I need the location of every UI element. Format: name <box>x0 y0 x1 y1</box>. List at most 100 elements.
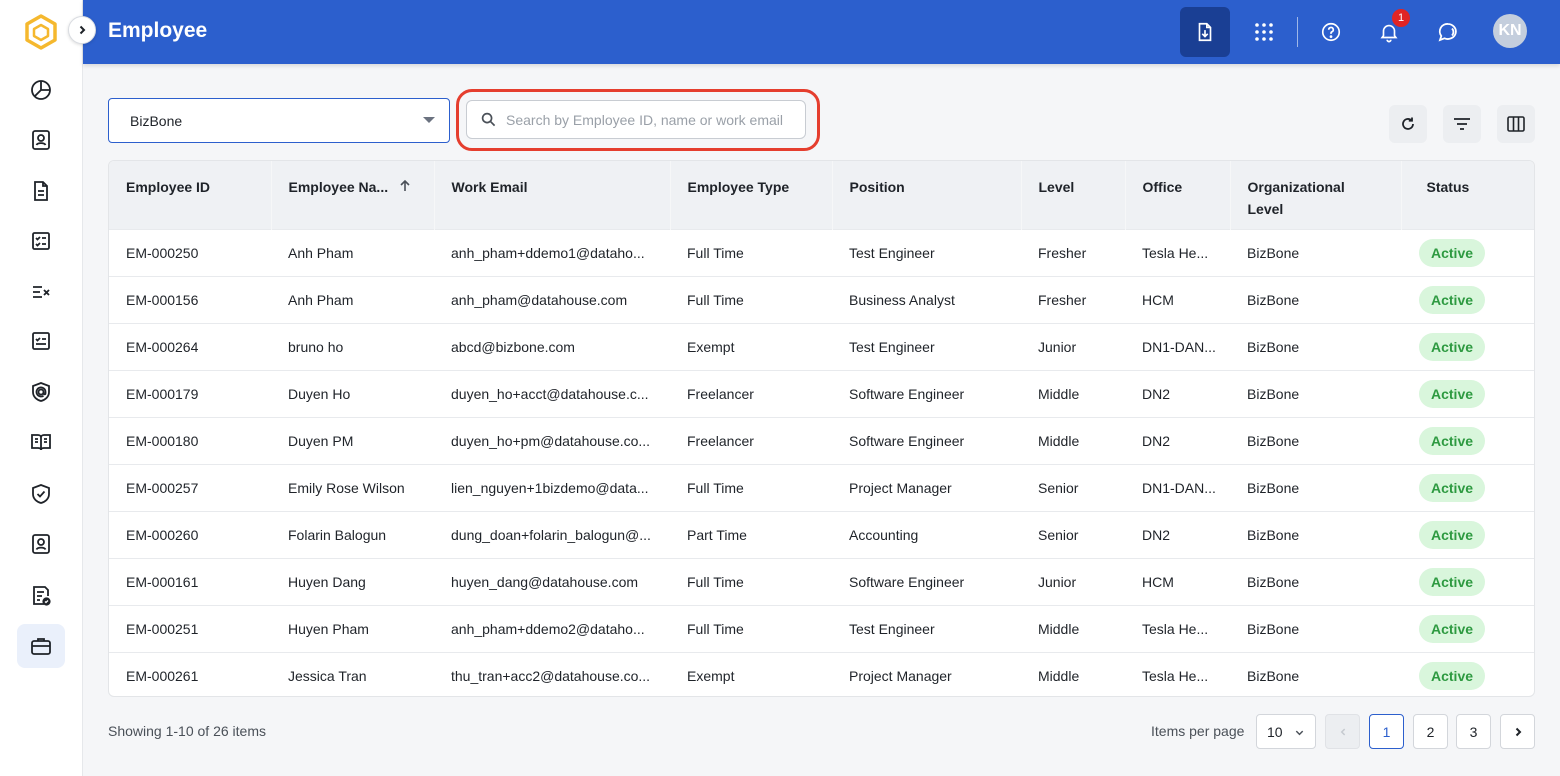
column-header-office[interactable]: Office <box>1125 161 1231 229</box>
cell-office: Tesla He... <box>1142 667 1209 684</box>
column-header-employee-name[interactable]: Employee Na... <box>271 161 435 229</box>
cell-organizational-level: BizBone <box>1247 385 1300 402</box>
next-page-button[interactable] <box>1500 714 1535 749</box>
cell-status: Active <box>1401 370 1534 417</box>
cell-employee-name: Duyen Ho <box>288 385 351 402</box>
showing-count: Showing 1-10 of 26 items <box>108 723 266 739</box>
cell-status: Active <box>1401 229 1534 276</box>
cell-work-email: anh_pham@datahouse.com <box>451 291 628 308</box>
search-input[interactable] <box>506 111 796 128</box>
status-badge: Active <box>1419 379 1486 408</box>
nav-documents[interactable] <box>17 169 65 213</box>
table-row[interactable]: EM-000180 Duyen PM duyen_ho+pm@datahouse.c… <box>109 417 1534 464</box>
page-2-button[interactable]: 2 <box>1413 714 1448 749</box>
cell-employee-type: Freelancer <box>687 385 754 402</box>
employee-table: Employee ID Employee Na... Work Email Em… <box>108 160 1535 697</box>
nav-security[interactable] <box>17 370 65 414</box>
export-button[interactable] <box>1180 7 1230 57</box>
checklist-icon <box>32 232 50 250</box>
table-row[interactable]: EM-000260 Folarin Balogun dung_doan+folari… <box>109 511 1534 558</box>
company-select[interactable]: BizBone <box>108 98 450 143</box>
nav-policies[interactable] <box>17 472 65 516</box>
table-row[interactable]: EM-000250 Anh Pham anh_pham+ddemo1@dataho.… <box>109 229 1534 276</box>
cell-status: Active <box>1401 417 1534 464</box>
column-header-level[interactable]: Level <box>1021 161 1126 229</box>
table-row[interactable]: EM-000161 Huyen Dang huyen_dang@datahouse.… <box>109 558 1534 605</box>
cell-employee-id: EM-000180 <box>126 432 199 449</box>
column-header-employee-type[interactable]: Employee Type <box>670 161 833 229</box>
column-header-status[interactable]: Status <box>1401 161 1534 229</box>
cell-office: DN2 <box>1142 432 1171 449</box>
cell-organizational-level: BizBone <box>1247 526 1300 543</box>
search-icon <box>481 112 496 127</box>
cell-organizational-level: BizBone <box>1247 573 1300 590</box>
table-row[interactable]: EM-000179 Duyen Ho duyen_ho+acct@datahouse… <box>109 370 1534 417</box>
status-badge: Active <box>1419 661 1486 690</box>
cell-organizational-level: BizBone <box>1247 244 1300 261</box>
cell-employee-name: Duyen PM <box>288 432 354 449</box>
cell-employee-name: Folarin Balogun <box>288 526 387 543</box>
page-3-button[interactable]: 3 <box>1456 714 1491 749</box>
column-header-work-email[interactable]: Work Email <box>434 161 671 229</box>
help-icon <box>1321 22 1341 42</box>
nav-profile[interactable] <box>17 522 65 566</box>
nav-handbook[interactable] <box>17 420 65 464</box>
cell-level: Fresher <box>1038 244 1087 261</box>
nav-contacts[interactable] <box>17 118 65 162</box>
cell-status: Active <box>1401 605 1534 652</box>
search-box[interactable] <box>466 100 806 139</box>
cell-employee-type: Full Time <box>687 573 744 590</box>
cell-position: Test Engineer <box>849 338 935 355</box>
apps-button[interactable] <box>1239 7 1289 57</box>
status-badge: Active <box>1419 426 1486 455</box>
table-row[interactable]: EM-000251 Huyen Pham anh_pham+ddemo2@datah… <box>109 605 1534 652</box>
contact-card-icon <box>32 130 50 150</box>
column-header-employee-id[interactable]: Employee ID <box>109 161 272 229</box>
cell-employee-type: Full Time <box>687 620 744 637</box>
sort-ascending-icon[interactable] <box>398 177 412 199</box>
columns-button[interactable] <box>1497 105 1535 143</box>
filter-button[interactable] <box>1443 105 1481 143</box>
previous-page-button[interactable] <box>1325 714 1360 749</box>
column-header-position[interactable]: Position <box>832 161 1022 229</box>
refresh-button[interactable] <box>1389 105 1427 143</box>
nav-employee[interactable] <box>17 624 65 668</box>
cell-level: Middle <box>1038 667 1080 684</box>
cell-work-email: thu_tran+acc2@datahouse.co... <box>451 667 651 684</box>
table-row[interactable]: EM-000156 Anh Pham anh_pham@datahouse.com F… <box>109 276 1534 323</box>
table-row[interactable]: EM-000264 bruno ho abcd@bizbone.com Exempt T… <box>109 323 1534 370</box>
cell-organizational-level: BizBone <box>1247 338 1300 355</box>
sidebar-toggle-button[interactable] <box>68 16 96 44</box>
cell-level: Junior <box>1038 573 1077 590</box>
nav-checklist[interactable] <box>17 219 65 263</box>
nav-tasks[interactable] <box>17 270 65 314</box>
column-header-organizational-level[interactable]: Organizational Level <box>1230 161 1402 229</box>
cell-employee-name: bruno ho <box>288 338 344 355</box>
help-button[interactable] <box>1306 7 1356 57</box>
cell-position: Project Manager <box>849 667 952 684</box>
cell-employee-id: EM-000179 <box>126 385 199 402</box>
nav-approvals[interactable] <box>17 319 65 363</box>
cell-employee-id: EM-000156 <box>126 291 199 308</box>
cell-level: Junior <box>1038 338 1077 355</box>
cell-status: Active <box>1401 558 1534 605</box>
table-row[interactable]: EM-000261 Jessica Tran thu_tran+acc2@datah… <box>109 652 1534 696</box>
cell-work-email: duyen_ho+acct@datahouse.c... <box>451 385 649 402</box>
status-badge: Active <box>1419 285 1486 314</box>
chat-button[interactable] <box>1423 7 1473 57</box>
cell-level: Middle <box>1038 620 1080 637</box>
cell-employee-id: EM-000260 <box>126 526 199 543</box>
page-1-button[interactable]: 1 <box>1369 714 1404 749</box>
briefcase-icon <box>31 638 51 655</box>
cell-organizational-level: BizBone <box>1247 432 1300 449</box>
user-avatar[interactable]: KN <box>1493 14 1527 48</box>
cell-office: DN2 <box>1142 526 1171 543</box>
status-badge: Active <box>1419 238 1486 267</box>
cell-employee-id: EM-000261 <box>126 667 199 684</box>
items-per-page-select[interactable]: 10 <box>1256 714 1316 749</box>
cell-employee-type: Full Time <box>687 291 744 308</box>
nav-dashboard[interactable] <box>17 68 65 112</box>
table-row[interactable]: EM-000257 Emily Rose Wilson lien_nguyen+1b… <box>109 464 1534 511</box>
refresh-icon <box>1402 117 1414 130</box>
nav-reports[interactable] <box>17 574 65 618</box>
